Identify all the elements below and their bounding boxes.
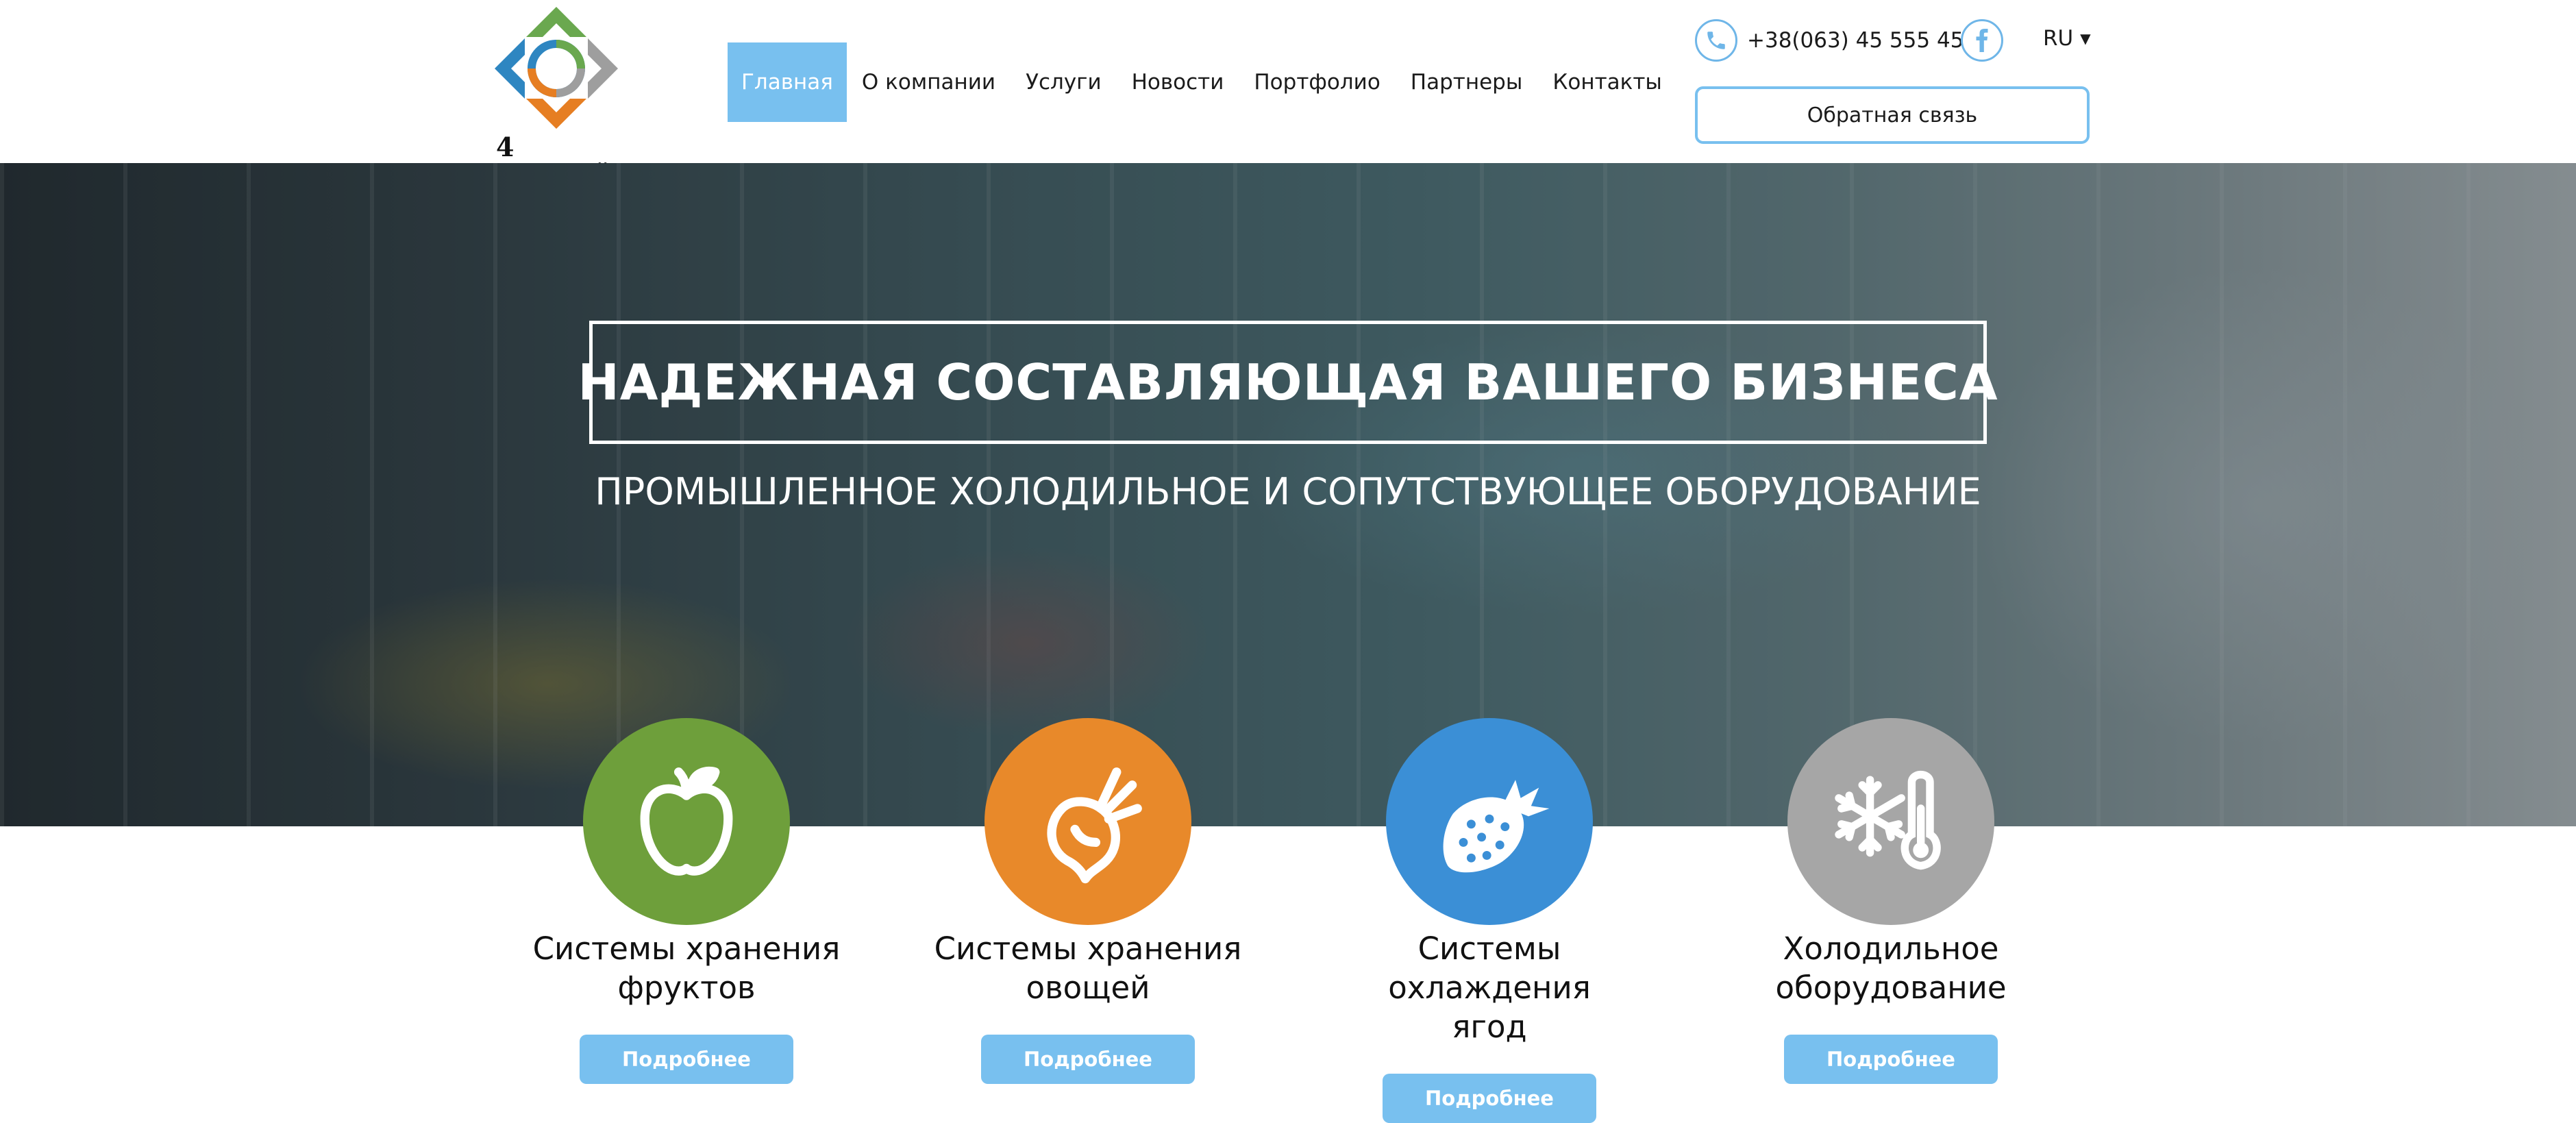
snowflake-thermometer-icon[interactable] — [1787, 718, 1994, 925]
card-title-line: Системы охлаждения — [1388, 930, 1591, 1006]
site-header: 4 СТИХІЇ Главная О компании Услуги Новос… — [0, 0, 2576, 193]
card-title: Системы хранения фруктов — [522, 929, 851, 1007]
card-refrigeration: Холодильное оборудование Подробнее — [1726, 718, 2055, 1084]
more-button[interactable]: Подробнее — [1383, 1074, 1596, 1123]
hero-subtitle: ПРОМЫШЛЕННОЕ ХОЛОДИЛЬНОЕ И СОПУТСТВУЮЩЕЕ… — [595, 470, 1981, 513]
card-title-line: фруктов — [617, 970, 756, 1006]
card-title-line: овощей — [1026, 970, 1150, 1006]
more-button[interactable]: Подробнее — [981, 1035, 1195, 1084]
strawberry-icon[interactable] — [1386, 718, 1593, 925]
logo-mark-icon — [495, 7, 618, 129]
hero-title-frame: НАДЕЖНАЯ СОСТАВЛЯЮЩАЯ ВАШЕГО БИЗНЕСА — [578, 321, 1998, 444]
card-title-line: ягод — [1452, 1009, 1527, 1045]
phone-icon — [1695, 19, 1737, 62]
logo[interactable]: 4 СТИХІЇ — [493, 5, 619, 193]
card-title-line: Системы хранения — [934, 930, 1242, 967]
card-title: Системы хранения овощей — [924, 929, 1252, 1007]
card-title-line: Системы хранения — [532, 930, 841, 967]
nav-item-contacts[interactable]: Контакты — [1537, 42, 1677, 122]
apple-icon[interactable] — [583, 718, 790, 925]
card-title: Системы охлаждения ягод — [1325, 929, 1654, 1046]
card-berries: Системы охлаждения ягод Подробнее — [1325, 718, 1654, 1123]
nav-item-home[interactable]: Главная — [728, 42, 847, 122]
language-selector[interactable]: RU ▾ — [2043, 26, 2091, 51]
nav-item-about[interactable]: О компании — [847, 42, 1011, 122]
feedback-button[interactable]: Обратная связь — [1695, 86, 2090, 144]
hero-banner: НАДЕЖНАЯ СОСТАВЛЯЮЩАЯ ВАШЕГО БИЗНЕСА ПРО… — [0, 163, 2576, 826]
nav-item-partners[interactable]: Партнеры — [1396, 42, 1538, 122]
more-button[interactable]: Подробнее — [580, 1035, 793, 1084]
card-title-line: Холодильное — [1783, 930, 1999, 967]
main-nav: Главная О компании Услуги Новости Портфо… — [728, 42, 1677, 122]
nav-item-services[interactable]: Услуги — [1011, 42, 1117, 122]
nav-item-news[interactable]: Новости — [1117, 42, 1239, 122]
card-title: Холодильное оборудование — [1726, 929, 2055, 1007]
nav-item-portfolio[interactable]: Портфолио — [1239, 42, 1395, 122]
card-fruits: Системы хранения фруктов Подробнее — [522, 718, 851, 1084]
beet-icon[interactable] — [984, 718, 1191, 925]
phone-number: +38(063) 45 555 45 — [1747, 28, 1964, 53]
hero-title: НАДЕЖНАЯ СОСТАВЛЯЮЩАЯ ВАШЕГО БИЗНЕСА — [578, 354, 1998, 411]
card-title-line: оборудование — [1775, 970, 2007, 1006]
phone-block[interactable]: +38(063) 45 555 45 — [1695, 19, 1964, 62]
facebook-icon[interactable] — [1961, 19, 2003, 62]
more-button[interactable]: Подробнее — [1784, 1035, 1998, 1084]
card-vegetables: Системы хранения овощей Подробнее — [924, 718, 1252, 1084]
